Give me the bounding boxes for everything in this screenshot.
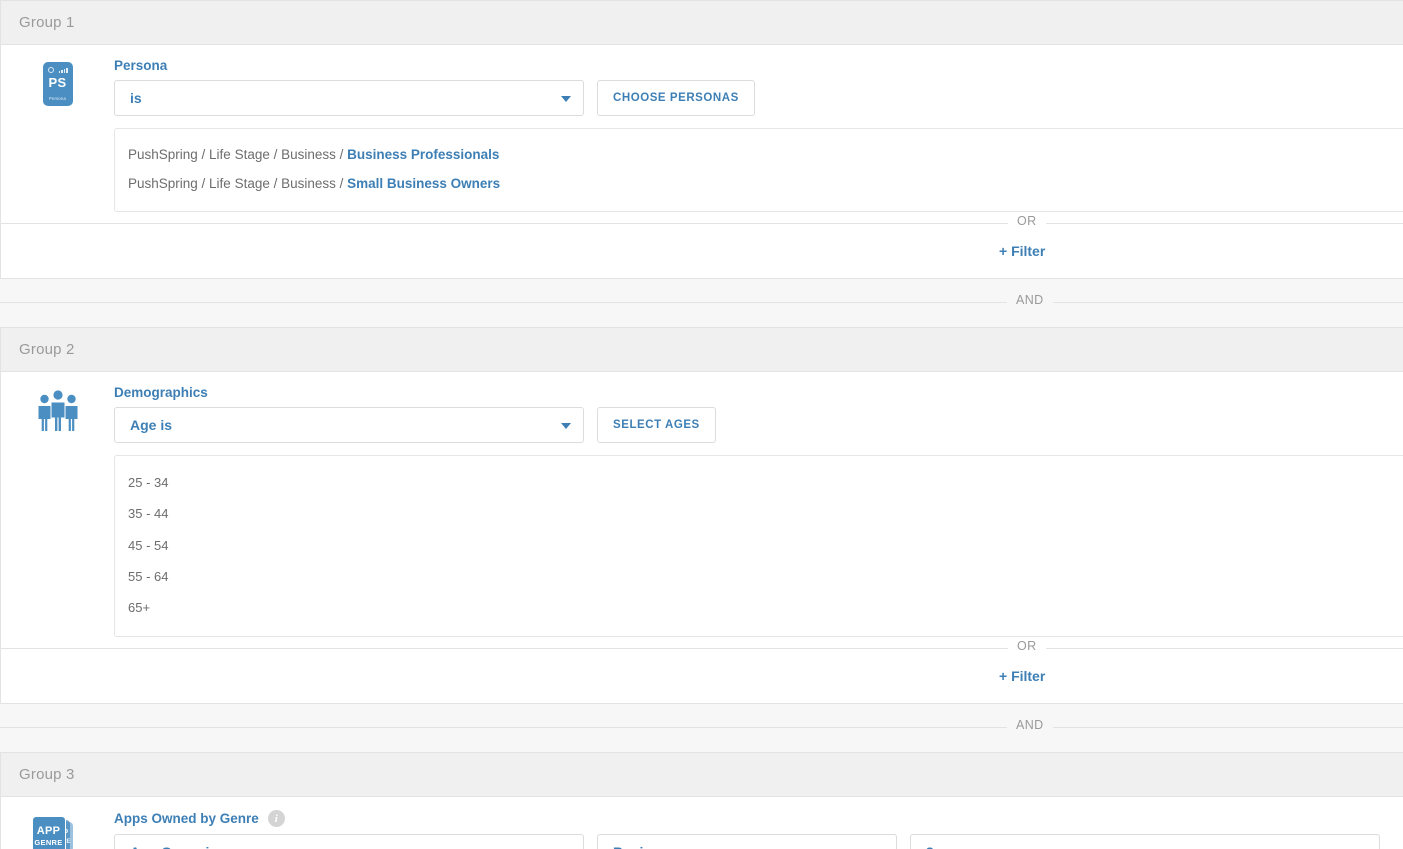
group-2-title: Group 2 bbox=[19, 340, 75, 358]
group-2-card: Group 2 Demographics Age is SELECT AGES … bbox=[0, 326, 1403, 705]
apps-owned-field-label: Apps Owned by Genre i bbox=[114, 810, 1403, 828]
and-connector-2: AND bbox=[0, 704, 1403, 753]
group-1-icon-gutter: PS Persona bbox=[1, 45, 114, 105]
list-item[interactable]: 55 - 64 bbox=[128, 562, 1403, 593]
and-divider-line bbox=[0, 727, 1403, 729]
list-item[interactable]: PushSpring / Life Stage / Business / Bus… bbox=[128, 141, 1403, 170]
people-group-icon bbox=[38, 390, 77, 431]
persona-leaf: Small Business Owners bbox=[347, 175, 501, 191]
chevron-down-icon bbox=[561, 96, 571, 102]
group-2-icon-gutter bbox=[1, 372, 114, 432]
demographics-operator-select[interactable]: Age is bbox=[114, 406, 584, 443]
choose-personas-button[interactable]: CHOOSE PERSONAS bbox=[597, 80, 755, 116]
add-filter-button[interactable]: + Filter bbox=[999, 243, 1045, 259]
persona-signal-bars-icon bbox=[58, 67, 68, 73]
persona-operator-select[interactable]: is bbox=[114, 80, 584, 116]
add-filter-button[interactable]: + Filter bbox=[999, 668, 1045, 684]
persona-field-label-text: Persona bbox=[114, 58, 168, 73]
demographics-field-label-text: Demographics bbox=[114, 384, 208, 400]
persona-field-label: Persona bbox=[114, 58, 1403, 73]
persona-path: PushSpring / Life Stage / Business / bbox=[128, 175, 348, 191]
and-connector-1: AND bbox=[0, 278, 1403, 327]
group-1-header: Group 1 bbox=[1, 1, 1403, 45]
group-1-card: Group 1 PS Persona Persona is CHOOSE PER… bbox=[0, 0, 1403, 279]
group-1-filter-body: Persona is CHOOSE PERSONAS PushSpring / … bbox=[114, 45, 1403, 212]
group-1-add-filter-zone: + Filter bbox=[1, 223, 1403, 278]
or-divider-label: OR bbox=[1008, 639, 1046, 654]
group-2-filter-row: Demographics Age is SELECT AGES 25 - 34 … bbox=[1, 372, 1403, 638]
group-2-header: Group 2 bbox=[1, 327, 1403, 372]
list-item[interactable]: 25 - 34 bbox=[128, 468, 1403, 499]
app-genre-value-select[interactable]: Business bbox=[597, 834, 897, 849]
or-divider-group-1: OR bbox=[1, 213, 1403, 228]
demographics-operator-value: Age is bbox=[130, 416, 173, 433]
demographics-field-label: Demographics bbox=[114, 385, 1403, 400]
chevron-down-icon bbox=[561, 422, 571, 429]
or-divider-line bbox=[1, 222, 1403, 224]
group-3-title: Group 3 bbox=[19, 766, 75, 784]
audience-filter-builder: Group 1 PS Persona Persona is CHOOSE PER… bbox=[0, 0, 1403, 849]
persona-selected-values-panel: PushSpring / Life Stage / Business / Bus… bbox=[114, 128, 1403, 212]
group-3-card: Group 3 APP GENRE APP GENRE bbox=[0, 752, 1403, 849]
and-divider-line bbox=[0, 301, 1403, 303]
info-icon[interactable]: i bbox=[267, 810, 285, 828]
app-genre-operator-value: App Genre is bbox=[130, 844, 217, 849]
persona-leaf: Business Professionals bbox=[347, 147, 500, 162]
select-ages-button[interactable]: SELECT AGES bbox=[597, 406, 716, 443]
app-genre-count-value: 3 or more bbox=[926, 844, 990, 849]
group-1-filter-row: PS Persona Persona is CHOOSE PERSONAS Pu… bbox=[1, 45, 1403, 212]
and-divider-1: AND bbox=[0, 292, 1403, 307]
persona-badge-dot-icon bbox=[47, 67, 54, 73]
list-item[interactable]: 65+ bbox=[128, 593, 1403, 624]
app-genre-front-line2: GENRE bbox=[34, 838, 63, 848]
list-item[interactable]: 45 - 54 bbox=[128, 530, 1403, 561]
persona-card-icon: PS Persona bbox=[43, 63, 72, 105]
apps-owned-field-label-text: Apps Owned by Genre bbox=[114, 811, 259, 827]
persona-icon-top bbox=[47, 67, 68, 73]
group-2-filter-body: Demographics Age is SELECT AGES 25 - 34 … bbox=[114, 372, 1403, 638]
age-selected-values-panel: 25 - 34 35 - 44 45 - 54 55 - 64 65+ bbox=[114, 454, 1403, 638]
or-divider-line bbox=[1, 648, 1403, 650]
app-genre-front-line1: APP bbox=[36, 825, 61, 838]
persona-icon-initials: PS bbox=[48, 75, 67, 90]
app-genre-count-select[interactable]: 3 or more bbox=[910, 834, 1380, 849]
or-divider-group-2: OR bbox=[1, 639, 1403, 654]
group-3-icon-gutter: APP GENRE APP GENRE bbox=[1, 797, 114, 849]
app-genre-card-front: APP GENRE bbox=[31, 816, 66, 849]
group-2-add-filter-zone: + Filter bbox=[1, 649, 1403, 704]
and-divider-label: AND bbox=[1007, 292, 1053, 307]
and-divider-label: AND bbox=[1007, 718, 1053, 733]
group-3-controls: App Genre is Business 3 or more bbox=[114, 834, 1403, 849]
app-genre-cards-icon: APP GENRE APP GENRE bbox=[31, 815, 84, 849]
app-genre-value: Business bbox=[613, 844, 675, 849]
or-divider-label: OR bbox=[1008, 213, 1046, 228]
group-1-spacer bbox=[1, 211, 1403, 223]
group-2-spacer bbox=[1, 637, 1403, 649]
list-item[interactable]: 35 - 44 bbox=[128, 499, 1403, 530]
persona-icon-caption: Persona bbox=[49, 96, 66, 101]
group-3-header: Group 3 bbox=[1, 753, 1403, 798]
group-2-controls: Age is SELECT AGES bbox=[114, 406, 1403, 443]
list-item[interactable]: PushSpring / Life Stage / Business / Sma… bbox=[128, 170, 1403, 199]
persona-path: PushSpring / Life Stage / Business / bbox=[128, 147, 348, 162]
group-1-title: Group 1 bbox=[19, 14, 75, 31]
persona-operator-value: is bbox=[130, 90, 142, 106]
group-3-filter-body: Apps Owned by Genre i App Genre is Busin… bbox=[114, 797, 1403, 849]
group-1-controls: is CHOOSE PERSONAS bbox=[114, 80, 1403, 116]
and-divider-2: AND bbox=[0, 718, 1403, 733]
app-genre-operator-select[interactable]: App Genre is bbox=[114, 834, 584, 849]
group-3-filter-row: APP GENRE APP GENRE Apps Owned by Genre … bbox=[1, 797, 1403, 849]
